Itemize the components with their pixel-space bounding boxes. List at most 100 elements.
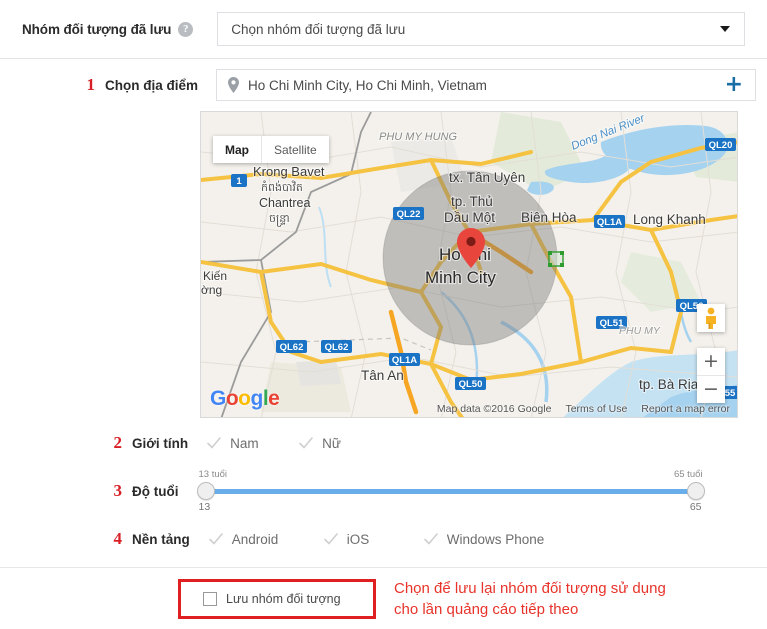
saved-audience-label: Nhóm đối tượng đã lưu bbox=[22, 21, 172, 37]
svg-text:QL50: QL50 bbox=[459, 379, 483, 390]
platform-option-android-label: Android bbox=[231, 531, 279, 547]
gender-option-male-label: Nam bbox=[230, 435, 259, 451]
age-slider-track[interactable] bbox=[204, 489, 697, 494]
saved-audience-row: Nhóm đối tượng đã lưu ? Chọn nhóm đối tư… bbox=[0, 0, 767, 59]
age-slider-min-handle[interactable] bbox=[196, 482, 215, 500]
road-shield: QL62 bbox=[276, 340, 307, 353]
save-audience-annotation: Chọn để lưu lại nhóm đối tượng sử dụng c… bbox=[394, 578, 666, 620]
road-shield: QL1A bbox=[389, 353, 420, 366]
checkmark-icon bbox=[206, 435, 222, 451]
save-audience-row: Lưu nhóm đối tượng Chọn để lưu lại nhóm … bbox=[0, 568, 767, 620]
terms-of-use-link[interactable]: Terms of Use bbox=[565, 403, 627, 415]
platform-option-windows-phone[interactable]: Windows Phone bbox=[423, 531, 545, 547]
map-label: Tân An bbox=[361, 368, 404, 383]
map-label: ờng bbox=[201, 283, 222, 297]
save-audience-checkbox-label: Lưu nhóm đối tượng bbox=[226, 592, 341, 606]
platform-step-number: 4 bbox=[113, 529, 123, 548]
map-pin-icon bbox=[227, 77, 240, 93]
road-shield: QL62 bbox=[321, 340, 352, 353]
map-label: Dong Nai River bbox=[570, 112, 648, 153]
map-label: tp. Bà Rịa bbox=[639, 377, 699, 392]
map-data-attribution: Map data ©2016 Google bbox=[436, 403, 552, 415]
chevron-down-icon bbox=[720, 26, 730, 32]
save-audience-highlight-box[interactable]: Lưu nhóm đối tượng bbox=[178, 579, 376, 619]
gender-step-number: 2 bbox=[113, 433, 123, 452]
gender-options: Nam Nữ bbox=[206, 435, 341, 451]
question-mark-icon[interactable]: ? bbox=[178, 21, 194, 37]
svg-text:QL62: QL62 bbox=[280, 342, 304, 353]
road-shield: QL20 bbox=[705, 138, 736, 151]
map-label: ចន្ទ្រា bbox=[269, 213, 290, 227]
platform-label: Nền tảng bbox=[132, 531, 190, 547]
age-label: Độ tuổi bbox=[132, 483, 179, 499]
zoom-in-button[interactable]: + bbox=[697, 348, 725, 375]
platform-options: Android iOS Windows Phone bbox=[208, 531, 545, 547]
map-label: tx. Tân Uyên bbox=[449, 170, 525, 185]
checkmark-icon bbox=[298, 435, 314, 451]
svg-text:QL62: QL62 bbox=[325, 342, 349, 353]
map-label: PHU MY bbox=[619, 325, 661, 337]
map-zoom-control[interactable]: + − bbox=[697, 348, 725, 403]
circle-resize-handle-icon[interactable] bbox=[548, 251, 564, 267]
platform-row: 4 Nền tảng Android iOS Windows Phone bbox=[0, 517, 767, 561]
map-label: Long Khanh bbox=[633, 212, 706, 227]
location-value: Ho Chi Minh City, Ho Chi Minh, Vietnam bbox=[248, 77, 487, 93]
svg-text:1: 1 bbox=[236, 176, 242, 187]
checkmark-icon bbox=[208, 531, 224, 547]
location-label: Chọn địa điểm bbox=[105, 77, 199, 93]
street-view-pegman-icon[interactable] bbox=[697, 304, 725, 332]
age-step-number: 3 bbox=[113, 481, 123, 500]
location-row: 1 Chọn địa điểm Ho Chi Minh City, Ho Chi… bbox=[0, 59, 767, 111]
map-label: Minh City bbox=[425, 268, 496, 287]
platform-option-ios-label: iOS bbox=[346, 531, 370, 547]
map-label: កំពង់បាវិត bbox=[261, 180, 303, 194]
svg-text:QL20: QL20 bbox=[709, 140, 733, 151]
platform-option-windows-phone-label: Windows Phone bbox=[446, 531, 545, 547]
svg-text:QL22: QL22 bbox=[397, 209, 421, 220]
map-label: tp. Thủ bbox=[451, 194, 493, 209]
checkmark-icon bbox=[323, 531, 339, 547]
age-max-tooltip: 65 tuổi bbox=[673, 469, 703, 480]
map-label: Biên Hòa bbox=[521, 210, 577, 225]
unchecked-checkbox-icon[interactable] bbox=[203, 592, 217, 606]
gender-option-female[interactable]: Nữ bbox=[298, 435, 341, 451]
map-label: Kiến bbox=[203, 269, 227, 283]
checkmark-icon bbox=[423, 531, 439, 547]
map-label: Chantrea bbox=[259, 196, 310, 210]
saved-audience-select[interactable]: Chọn nhóm đối tượng đã lưu bbox=[217, 12, 745, 46]
map-attribution: Map data ©2016 Google Terms of Use Repor… bbox=[200, 401, 738, 417]
map-label: Krong Bavet bbox=[253, 164, 325, 179]
map-type-map-button[interactable]: Map bbox=[213, 136, 261, 163]
svg-text:QL1A: QL1A bbox=[392, 355, 417, 366]
saved-audience-select-value: Chọn nhóm đối tượng đã lưu bbox=[231, 21, 406, 37]
platform-option-android[interactable]: Android bbox=[208, 531, 323, 547]
svg-text:55: 55 bbox=[725, 388, 736, 399]
gender-label: Giới tính bbox=[132, 435, 189, 451]
platform-option-ios[interactable]: iOS bbox=[323, 531, 423, 547]
map-type-satellite-button[interactable]: Satellite bbox=[261, 136, 329, 163]
map-container[interactable]: 1 QL20 QL22 QL1A QL56 QL51 QL62 QL62 QL1A QL50 55 … bbox=[200, 111, 738, 418]
zoom-out-button[interactable]: − bbox=[697, 376, 725, 403]
location-step-number: 1 bbox=[86, 75, 96, 94]
annotation-line-1: Chọn để lưu lại nhóm đối tượng sử dụng bbox=[394, 580, 666, 597]
gender-option-female-label: Nữ bbox=[322, 435, 341, 451]
map-label: Dầu Một bbox=[444, 210, 495, 225]
report-map-error-link[interactable]: Report a map error bbox=[641, 403, 730, 415]
road-shield: 1 bbox=[231, 174, 247, 187]
age-row: 3 Độ tuổi 13 tuổi 65 tuổi 13 65 bbox=[0, 465, 767, 517]
map-type-control[interactable]: Map Satellite bbox=[213, 136, 329, 163]
road-shield: QL1A bbox=[594, 215, 625, 228]
gender-option-male[interactable]: Nam bbox=[206, 435, 298, 451]
road-shield: QL22 bbox=[393, 207, 424, 220]
plus-icon[interactable]: + bbox=[725, 74, 743, 96]
annotation-line-2: cho lần quảng cáo tiếp theo bbox=[394, 601, 579, 618]
location-input[interactable]: Ho Chi Minh City, Ho Chi Minh, Vietnam + bbox=[216, 69, 757, 101]
location-marker-icon[interactable] bbox=[457, 228, 485, 268]
svg-text:QL1A: QL1A bbox=[597, 217, 622, 228]
age-min-tooltip: 13 tuổi bbox=[198, 469, 228, 480]
age-slider-max-handle[interactable] bbox=[686, 482, 705, 500]
age-max-value: 65 bbox=[689, 501, 702, 513]
age-range-slider[interactable]: 13 tuổi 65 tuổi 13 65 bbox=[196, 469, 705, 513]
map-label: PHU MY HUNG bbox=[379, 131, 457, 143]
gender-row: 2 Giới tính Nam Nữ bbox=[0, 421, 767, 465]
